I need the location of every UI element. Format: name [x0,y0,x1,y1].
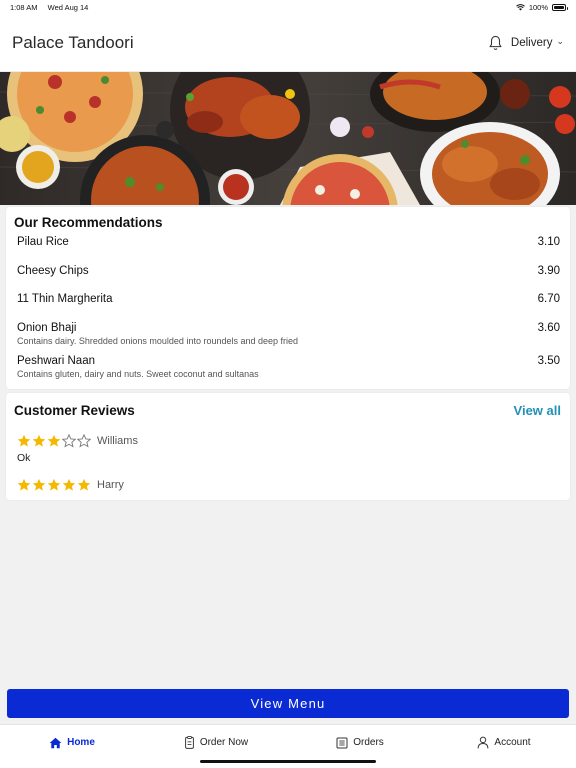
reviews-header: Customer Reviews View all [14,403,561,418]
star-filled-icon [32,478,46,491]
star-rating [17,434,91,448]
delivery-mode-select[interactable]: Delivery ⌄ [510,36,564,49]
home-icon [49,737,62,748]
status-bar: 1:08 AM Wed Aug 14 100% [0,0,576,14]
item-name: Onion Bhaji [17,322,77,334]
reviewer-name: Williams [97,435,138,447]
tab-label: Account [494,737,531,748]
wifi-icon [515,3,525,10]
star-empty-icon [77,434,91,448]
star-filled-icon [47,434,61,447]
tab-label: Home [67,737,95,748]
reviewer-name: Harry [97,479,124,491]
header-actions: Delivery ⌄ [488,35,564,51]
view-all-reviews-link[interactable]: View all [514,403,561,418]
recommendation-item[interactable]: Onion Bhaji Contains dairy. Shredded oni… [14,322,560,355]
tab-home[interactable]: Home [0,725,144,768]
account-icon [478,736,489,749]
star-filled-icon [17,434,31,447]
recommendations-title: Our Recommendations [14,215,163,230]
item-price: 3.90 [537,265,560,277]
order-icon [184,736,194,749]
app-header: Palace Tandoori Delivery ⌄ [0,14,576,72]
item-description: Contains dairy. Shredded onions moulded … [17,336,299,346]
item-price: 6.70 [537,293,560,305]
recommendations-card: Our Recommendations Pilau Rice 3.10 Chee… [6,207,570,389]
recommendation-item[interactable]: 11 Thin Margherita 6.70 [14,293,560,322]
battery-icon [552,3,568,11]
item-name: Pilau Rice [17,236,69,248]
recommendation-item[interactable]: Pilau Rice 3.10 [14,236,560,265]
star-rating [17,478,91,492]
status-date: Wed Aug 14 [47,2,89,12]
review-text: Ok [17,452,31,464]
home-indicator [200,760,376,763]
star-filled-icon [32,434,46,447]
review-item: Williams Ok [14,434,561,464]
bell-icon[interactable] [488,35,503,51]
recommendation-item[interactable]: Cheesy Chips 3.90 [14,265,560,293]
battery-percent: 100% [528,2,548,12]
item-name: Cheesy Chips [17,265,89,277]
status-time: 1:08 AM [10,2,38,12]
star-filled-icon [77,478,91,491]
item-name: 11 Thin Margherita [17,293,113,305]
tab-label: Order Now [199,737,249,748]
item-price: 3.60 [537,322,560,334]
item-price: 3.10 [537,236,560,248]
star-empty-icon [62,434,76,448]
star-filled-icon [17,478,31,491]
status-left: 1:08 AM Wed Aug 14 [10,3,96,12]
status-right: 100% [515,2,568,12]
view-menu-button[interactable]: View Menu [7,689,569,718]
chevron-down-icon: ⌄ [556,36,564,46]
hero-food-banner [0,72,576,205]
review-item: Harry [14,478,561,492]
food-banner-image [0,72,576,205]
star-filled-icon [62,478,76,491]
recommendations-list: Pilau Rice 3.10 Cheesy Chips 3.90 11 Thi… [14,236,560,383]
tab-account[interactable]: Account [432,725,576,768]
orders-list-icon [336,737,348,748]
customer-reviews-card: Customer Reviews View all Williams Ok Ha… [6,393,570,500]
item-name: Peshwari Naan [17,355,95,367]
reviews-title: Customer Reviews [14,403,135,418]
item-description: Contains gluten, dairy and nuts. Sweet c… [17,369,259,379]
restaurant-title: Palace Tandoori [12,32,134,52]
star-filled-icon [47,478,61,491]
tab-label: Orders [353,737,384,748]
delivery-mode-label: Delivery [510,36,553,49]
recommendation-item[interactable]: Peshwari Naan Contains gluten, dairy and… [14,355,560,383]
item-price: 3.50 [537,355,560,367]
